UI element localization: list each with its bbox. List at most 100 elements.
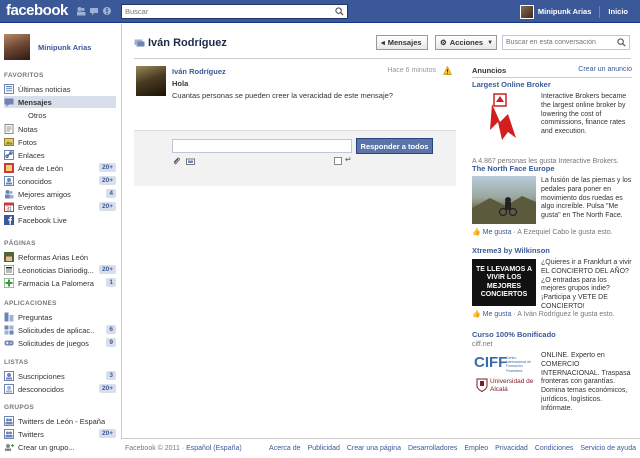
count-badge: 20+ <box>98 202 116 211</box>
sidebar-item-photos[interactable]: Fotos <box>4 136 116 148</box>
back-to-messages-button[interactable]: ◂ Mensajes <box>376 35 428 50</box>
apps-heading: APLICACIONES <box>4 300 57 307</box>
quick-reply-checkbox[interactable] <box>334 157 342 165</box>
ad-title[interactable]: Xtreme3 by Wilkinson <box>472 246 550 255</box>
sender-name[interactable]: Iván Rodríguez <box>172 67 226 76</box>
facebook-logo[interactable]: facebook <box>6 2 68 19</box>
ad-text: ONLINE. Experto en COMERCIO INTERNACIONA… <box>541 352 631 412</box>
back-arrow-icon: ◂ <box>381 38 385 47</box>
ad-item[interactable]: The North Face Europe La fusión de las p… <box>472 164 632 244</box>
messages-icon <box>134 38 145 49</box>
footer-link[interactable]: Empleo <box>464 445 488 452</box>
sidebar-item-group[interactable]: Twitters 20+ <box>4 428 116 440</box>
report-warning-icon[interactable] <box>443 65 452 75</box>
home-link[interactable]: Inicio <box>608 7 640 16</box>
sidebar-item-page[interactable]: Farmacia La Palomera 1 <box>3 277 116 289</box>
global-search-input[interactable] <box>122 5 322 18</box>
ad-title[interactable]: Largest Online Broker <box>472 80 551 89</box>
favorites-heading: FAVORITOS <box>4 72 44 79</box>
user-avatar[interactable] <box>519 4 534 19</box>
ad-title[interactable]: Curso 100% Bonificado <box>472 330 556 339</box>
ad-item[interactable]: Curso 100% Bonificado ciff.net CIFF Cent… <box>472 330 632 430</box>
sidebar-item-label: Mensajes <box>18 97 52 107</box>
sidebar-item-list[interactable]: desconocidos 20+ <box>4 383 116 395</box>
sidebar-item-messages[interactable]: Mensajes <box>4 96 116 108</box>
footer-link[interactable]: Desarrolladores <box>408 445 457 452</box>
attach-icon[interactable] <box>172 157 181 166</box>
sidebar-item-page[interactable]: Reformas Arias León <box>4 251 116 263</box>
ad-image[interactable] <box>472 176 536 224</box>
sidebar-item-facebook-live[interactable]: Facebook Live <box>4 214 116 226</box>
profile-link[interactable]: Minipunk Arias <box>538 7 599 16</box>
ad-like-text: · A Iván Rodríguez le gusta esto. <box>511 311 615 318</box>
footer-link[interactable]: Condiciones <box>535 445 574 452</box>
profile-name[interactable]: Minipunk Arias <box>38 43 91 52</box>
create-ad-link[interactable]: Crear un anuncio <box>578 66 632 73</box>
sidebar-item-app[interactable]: Preguntas <box>4 311 116 323</box>
search-icon[interactable] <box>617 38 626 47</box>
search-icon[interactable] <box>335 7 344 16</box>
sidebar-item-best-friends[interactable]: Mejores amigos 4 <box>4 188 116 200</box>
sidebar-item-area-leon[interactable]: Área de León 20+ <box>4 162 116 174</box>
count-badge: 4 <box>106 189 116 198</box>
sidebar-item-group[interactable]: Twitters de León - España <box>4 415 116 427</box>
profile-picture[interactable] <box>4 34 30 60</box>
footer-link[interactable]: Privacidad <box>495 445 528 452</box>
sidebar-profile[interactable]: Minipunk Arias <box>4 34 91 60</box>
ad-like-text: · A Ezequiel Cabo le gusta esto. <box>511 229 613 236</box>
messages-jewel-icon[interactable] <box>89 6 99 16</box>
reply-input[interactable] <box>172 139 352 153</box>
notes-icon <box>4 124 14 134</box>
sidebar-item-label: Eventos <box>18 202 46 212</box>
actions-button[interactable]: ⚙ Acciones ▼ <box>435 35 497 50</box>
sidebar-subitem-other[interactable]: Otros <box>28 111 46 120</box>
sidebar-item-list[interactable]: Suscripciones 3 <box>4 370 116 382</box>
header-divider <box>134 58 631 59</box>
ad-social-context: 👍 Me gusta · A Ezequiel Cabo le gusta es… <box>472 228 613 236</box>
reply-all-button[interactable]: Responder a todos <box>356 138 433 154</box>
sidebar-item-conocidos[interactable]: conocidos 20+ <box>4 175 116 187</box>
list-icon <box>4 176 14 186</box>
ciff-logo-subtitle: Centro Internacional de Formación Financ… <box>506 356 531 373</box>
messages-icon <box>4 97 14 107</box>
sidebar-item-news-feed[interactable]: Últimas noticias <box>4 83 116 95</box>
footer: Facebook © 2011 · Español (España) Acerc… <box>121 438 640 458</box>
footer-link[interactable]: Servicio de ayuda <box>580 445 636 452</box>
sidebar-item-page[interactable]: Leonoticias Diariodig... 20+ <box>3 264 116 276</box>
footer-link[interactable]: Publicidad <box>308 445 340 452</box>
ad-item[interactable]: Xtreme3 by Wilkinson TE LLEVAMOS A VIVIR… <box>472 246 632 326</box>
sidebar-item-notes[interactable]: Notas <box>4 123 116 135</box>
sidebar-item-label: Preguntas <box>18 312 53 322</box>
group-icon <box>4 429 14 439</box>
sidebar-item-links[interactable]: Enlaces <box>4 149 116 161</box>
conversation-search-input[interactable] <box>503 36 613 49</box>
sidebar-item-create-group[interactable]: Crear un grupo... <box>4 441 116 453</box>
footer-link[interactable]: Crear una página <box>347 445 401 452</box>
sidebar-item-app[interactable]: Solicitudes de aplicac... 6 <box>4 324 116 336</box>
ciff-logo: CIFF <box>474 354 508 371</box>
sidebar-item-events[interactable]: 31 Eventos 20+ <box>4 201 116 213</box>
friend-requests-icon[interactable] <box>76 6 86 16</box>
footer-links: Acerca de Publicidad Crear una página De… <box>262 445 636 452</box>
thumbs-up-icon: 👍 <box>472 229 481 236</box>
ad-image[interactable] <box>472 92 536 144</box>
video-icon[interactable] <box>186 157 195 166</box>
count-badge: 6 <box>106 325 116 334</box>
ad-image[interactable]: CIFF Centro Internacional de Formación F… <box>472 352 536 408</box>
sender-avatar[interactable] <box>136 66 166 96</box>
sidebar-item-app[interactable]: Solicitudes de juegos 9 <box>4 337 116 349</box>
sidebar-item-label: Solicitudes de juegos <box>18 338 89 348</box>
ad-image[interactable]: TE LLEVAMOS A VIVIR LOS MEJORES CONCIERT… <box>472 259 536 306</box>
reply-tools <box>172 157 200 166</box>
reply-box: Responder a todos ↵ <box>134 130 456 186</box>
ad-item[interactable]: Largest Online Broker Interactive Broker… <box>472 80 632 168</box>
sidebar-item-label: Reformas Arias León <box>18 252 89 262</box>
like-link[interactable]: Me gusta <box>483 311 512 318</box>
footer-link[interactable]: Acerca de <box>269 445 301 452</box>
like-link[interactable]: Me gusta <box>483 229 512 236</box>
ad-title[interactable]: The North Face Europe <box>472 164 555 173</box>
lists-heading: LISTAS <box>4 359 29 366</box>
sidebar-item-label: Mejores amigos <box>18 189 71 199</box>
notifications-icon[interactable] <box>102 6 112 16</box>
language-link[interactable]: Español (España) <box>186 445 242 452</box>
